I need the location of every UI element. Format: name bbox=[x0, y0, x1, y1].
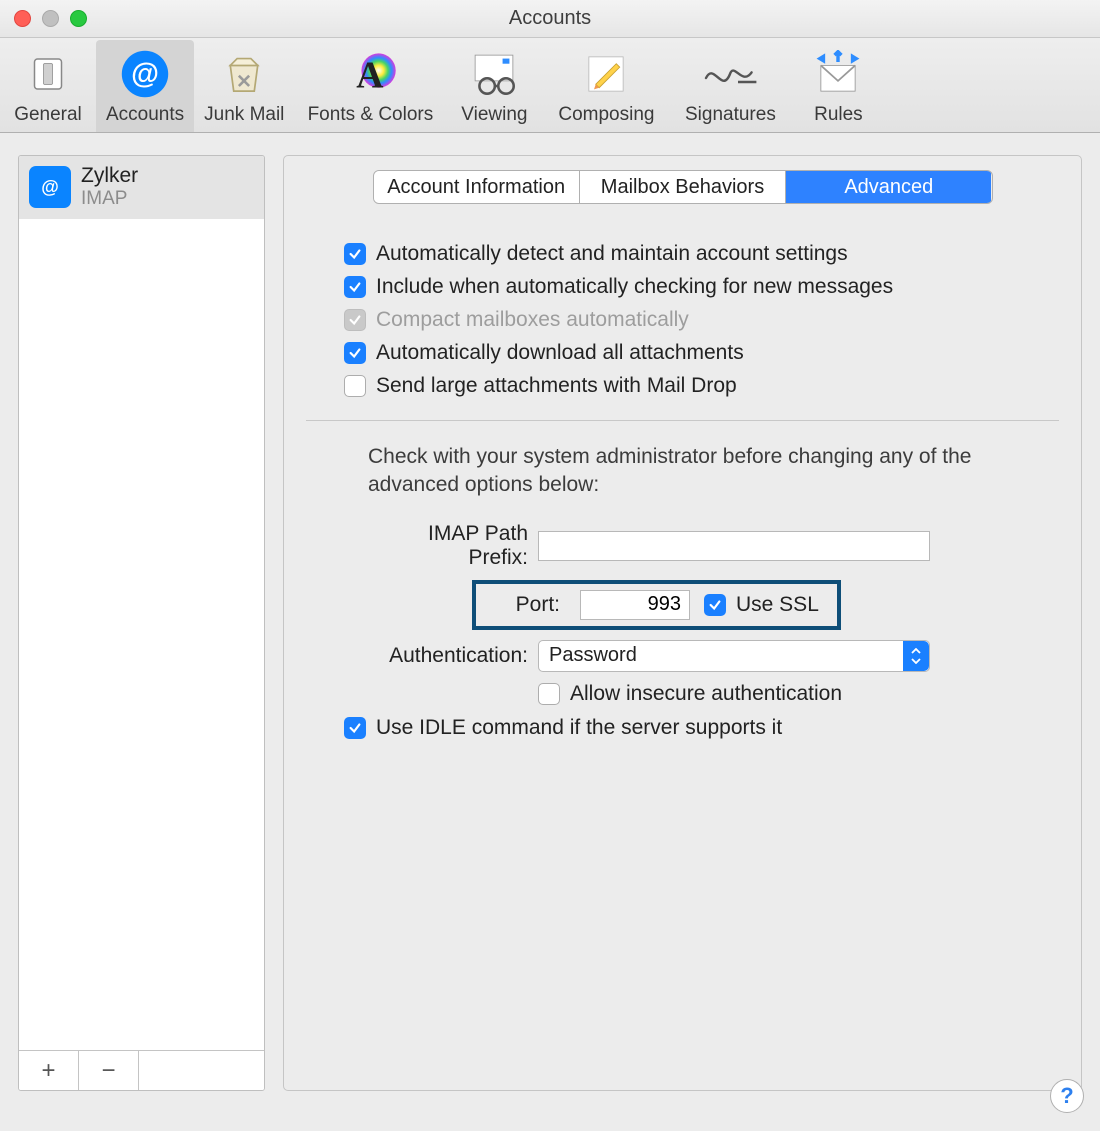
titlebar: Accounts bbox=[0, 0, 1100, 38]
divider bbox=[306, 420, 1059, 421]
toolbar-item-label: Junk Mail bbox=[204, 104, 284, 126]
toolbar-item-viewing[interactable]: Viewing bbox=[446, 40, 542, 132]
authentication-value: Password bbox=[549, 644, 637, 667]
check-label: Include when automatically checking for … bbox=[376, 275, 893, 299]
tab-mailbox-behaviors[interactable]: Mailbox Behaviors bbox=[580, 171, 786, 203]
toolbar-item-label: Viewing bbox=[461, 104, 527, 126]
toolbar-item-signatures[interactable]: Signatures bbox=[670, 40, 790, 132]
toolbar-item-composing[interactable]: Composing bbox=[542, 40, 670, 132]
toolbar-item-label: Composing bbox=[558, 104, 654, 126]
accounts-footer: + − bbox=[19, 1050, 264, 1090]
checked-checkbox-icon bbox=[344, 717, 366, 739]
allow-insecure-label: Allow insecure authentication bbox=[570, 682, 842, 706]
tab-advanced[interactable]: Advanced bbox=[786, 171, 991, 203]
allow-insecure-check[interactable]: Allow insecure authentication bbox=[538, 682, 842, 706]
traffic-lights bbox=[14, 10, 87, 27]
rules-icon bbox=[810, 46, 866, 102]
port-row: Port: Use SSL bbox=[368, 580, 1059, 630]
check-auto-download[interactable]: Automatically download all attachments bbox=[344, 341, 1059, 365]
unchecked-checkbox-icon bbox=[538, 683, 560, 705]
check-include-checking[interactable]: Include when automatically checking for … bbox=[344, 275, 1059, 299]
minus-icon: − bbox=[101, 1057, 115, 1085]
accounts-spacer bbox=[19, 219, 264, 1050]
window-title: Accounts bbox=[0, 7, 1100, 30]
check-mail-drop[interactable]: Send large attachments with Mail Drop bbox=[344, 374, 1059, 398]
at-sign-icon: @ bbox=[117, 46, 173, 102]
account-type: IMAP bbox=[81, 188, 138, 210]
imap-prefix-input[interactable] bbox=[538, 531, 930, 561]
checked-checkbox-icon bbox=[344, 342, 366, 364]
toolbar-item-label: Fonts & Colors bbox=[308, 104, 434, 126]
account-name: Zylker bbox=[81, 164, 138, 188]
advanced-note: Check with your system administrator bef… bbox=[368, 443, 1037, 500]
svg-text:A: A bbox=[357, 55, 384, 97]
unchecked-checkbox-icon bbox=[344, 375, 366, 397]
checked-checkbox-icon bbox=[344, 243, 366, 265]
toolbar-item-rules[interactable]: Rules bbox=[790, 40, 886, 132]
minimize-window-button[interactable] bbox=[42, 10, 59, 27]
check-auto-detect[interactable]: Automatically detect and maintain accoun… bbox=[344, 242, 1059, 266]
imap-prefix-row: IMAP Path Prefix: bbox=[368, 522, 1059, 570]
fonts-colors-icon: A bbox=[342, 46, 398, 102]
port-input[interactable] bbox=[580, 590, 690, 620]
preferences-body: @ Zylker IMAP + − Account Information Ma… bbox=[0, 133, 1100, 1131]
tab-account-information[interactable]: Account Information bbox=[374, 171, 580, 203]
signatures-icon bbox=[702, 46, 758, 102]
accounts-sidebar: @ Zylker IMAP + − bbox=[18, 155, 265, 1091]
check-label: Automatically detect and maintain accoun… bbox=[376, 242, 848, 266]
toolbar-item-general[interactable]: General bbox=[0, 40, 96, 132]
close-window-button[interactable] bbox=[14, 10, 31, 27]
check-label: Use IDLE command if the server supports … bbox=[376, 716, 782, 740]
toolbar-item-label: Signatures bbox=[685, 104, 776, 126]
check-label: Automatically download all attachments bbox=[376, 341, 744, 365]
viewing-icon bbox=[466, 46, 522, 102]
toolbar-item-fonts-colors[interactable]: A Fonts & Colors bbox=[294, 40, 446, 132]
checked-checkbox-icon bbox=[704, 594, 726, 616]
toolbar-item-label: General bbox=[14, 104, 82, 126]
composing-icon bbox=[578, 46, 634, 102]
authentication-label: Authentication: bbox=[368, 644, 538, 668]
at-sign-icon: @ bbox=[29, 166, 71, 208]
updown-arrows-icon bbox=[903, 641, 929, 671]
checked-checkbox-icon bbox=[344, 276, 366, 298]
checked-checkbox-disabled-icon bbox=[344, 309, 366, 331]
zoom-window-button[interactable] bbox=[70, 10, 87, 27]
general-icon bbox=[20, 46, 76, 102]
toolbar-item-label: Rules bbox=[814, 104, 863, 126]
toolbar-item-junk-mail[interactable]: Junk Mail bbox=[194, 40, 294, 132]
help-button[interactable]: ? bbox=[1050, 1079, 1084, 1113]
svg-text:@: @ bbox=[131, 58, 159, 90]
junk-mail-icon bbox=[216, 46, 272, 102]
svg-text:@: @ bbox=[41, 177, 59, 197]
use-ssl-check[interactable]: Use SSL bbox=[704, 593, 819, 617]
check-label: Compact mailboxes automatically bbox=[376, 308, 689, 332]
port-ssl-highlight: Port: Use SSL bbox=[472, 580, 841, 630]
check-compact-mailboxes: Compact mailboxes automatically bbox=[344, 308, 1059, 332]
account-row[interactable]: @ Zylker IMAP bbox=[19, 156, 264, 219]
port-label: Port: bbox=[486, 593, 566, 617]
remove-account-button[interactable]: − bbox=[79, 1051, 139, 1090]
toolbar-item-accounts[interactable]: @ Accounts bbox=[96, 40, 194, 132]
preferences-toolbar: General @ Accounts Junk Mail bbox=[0, 38, 1100, 133]
footer-spacer bbox=[139, 1051, 264, 1090]
check-label: Send large attachments with Mail Drop bbox=[376, 374, 737, 398]
plus-icon: + bbox=[41, 1057, 55, 1085]
question-mark-icon: ? bbox=[1060, 1083, 1073, 1109]
add-account-button[interactable]: + bbox=[19, 1051, 79, 1090]
authentication-row: Authentication: Password bbox=[368, 640, 1059, 672]
authentication-select[interactable]: Password bbox=[538, 640, 930, 672]
allow-insecure-row: Allow insecure authentication bbox=[368, 682, 1059, 706]
use-ssl-label: Use SSL bbox=[736, 593, 819, 617]
toolbar-item-label: Accounts bbox=[106, 104, 184, 126]
imap-prefix-label: IMAP Path Prefix: bbox=[368, 522, 538, 570]
check-use-idle[interactable]: Use IDLE command if the server supports … bbox=[344, 716, 1059, 740]
account-settings-panel: Account Information Mailbox Behaviors Ad… bbox=[283, 155, 1082, 1091]
account-tabs: Account Information Mailbox Behaviors Ad… bbox=[373, 170, 993, 204]
